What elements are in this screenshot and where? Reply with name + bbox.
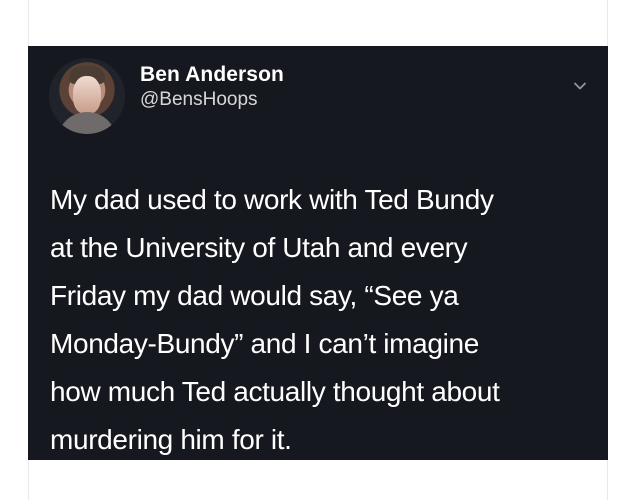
tweet-text-line: murdering him for it.	[50, 424, 292, 455]
screenshot-canvas: Ben Anderson @BensHoops My dad used to w…	[0, 0, 635, 500]
tweet-text-line: at the University of Utah and every	[50, 232, 468, 263]
author-name: Ben Anderson	[140, 63, 284, 86]
tweet-text: My dad used to work with Ted Bundy at th…	[50, 176, 600, 460]
author-info[interactable]: Ben Anderson @BensHoops	[140, 63, 284, 111]
avatar-shirt	[57, 112, 117, 134]
tweet-text-line: My dad used to work with Ted Bundy	[50, 184, 494, 215]
avatar[interactable]	[49, 58, 125, 134]
tweet-text-line: Friday my dad would say, “See ya	[50, 280, 459, 311]
tweet-text-line: Monday-Bundy” and I can’t imagine	[50, 328, 479, 359]
avatar-face	[73, 76, 101, 114]
chevron-down-icon[interactable]	[572, 78, 588, 94]
tweet-card: Ben Anderson @BensHoops My dad used to w…	[28, 46, 608, 460]
author-handle: @BensHoops	[140, 89, 258, 110]
tweet-text-line: how much Ted actually thought about	[50, 376, 500, 407]
